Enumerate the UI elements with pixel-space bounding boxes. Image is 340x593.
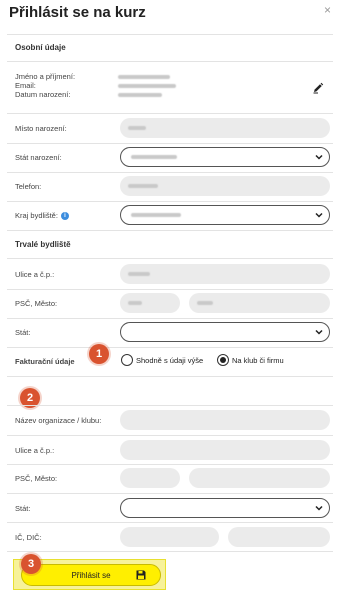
personal-info-labels: Jméno a příjmení: Email: Datum narození: [15, 72, 75, 99]
country-label: Stát: [15, 328, 31, 337]
zip-value-blurred [128, 301, 142, 305]
region-select[interactable] [120, 205, 330, 225]
billing-label: Fakturační údaje [15, 357, 75, 366]
org-zip-city-label: PSČ, Město: [15, 474, 58, 483]
billing-option-same-label: Shodně s údaji výše [136, 355, 204, 365]
divider [7, 113, 333, 114]
org-street-input[interactable] [120, 440, 330, 460]
step-badge-1: 1 [89, 344, 109, 364]
ico-dic-label: IČ, DIČ: [15, 533, 42, 542]
email-label: Email: [15, 81, 36, 90]
divider [7, 493, 333, 494]
divider [7, 61, 333, 62]
personal-info-values [118, 72, 176, 99]
pencil-icon[interactable] [312, 82, 324, 94]
divider [7, 376, 333, 377]
radio-checked[interactable] [217, 354, 229, 366]
org-street-label: Ulice a č.p.: [15, 446, 55, 455]
divider [7, 201, 333, 202]
zip-city-label: PSČ, Město: [15, 299, 58, 308]
city-input[interactable] [189, 293, 330, 313]
dialog-title: Přihlásit se na kurz [9, 4, 146, 21]
close-icon[interactable]: × [324, 3, 331, 17]
info-icon[interactable]: i [60, 212, 69, 221]
divider [7, 172, 333, 173]
birth-country-value-blurred [131, 155, 177, 159]
divider [7, 551, 333, 552]
submit-button[interactable]: Přihlásit se [21, 564, 161, 586]
org-country-select[interactable] [120, 498, 330, 518]
divider [7, 230, 333, 231]
phone-input[interactable] [120, 176, 330, 196]
divider [7, 318, 333, 319]
phone-label: Telefon: [15, 182, 42, 191]
divider [7, 258, 333, 259]
section-permanent-address: Trvalé bydliště [15, 240, 71, 249]
save-icon [136, 570, 146, 580]
radio-unchecked[interactable] [121, 354, 133, 366]
country-select[interactable] [120, 322, 330, 342]
divider [7, 143, 333, 144]
org-country-label: Stát: [15, 504, 31, 513]
region-label: Kraj bydliště: i [15, 211, 69, 221]
street-value-blurred [128, 272, 150, 276]
org-name-input[interactable] [120, 410, 330, 430]
phone-value-blurred [128, 184, 158, 188]
region-label-text: Kraj bydliště: [15, 211, 58, 220]
birth-country-select[interactable] [120, 147, 330, 167]
birth-country-label: Stát narození: [15, 153, 62, 162]
divider [7, 347, 333, 348]
billing-option-same[interactable]: Shodně s údaji výše [121, 354, 203, 366]
birthplace-input[interactable] [120, 118, 330, 138]
ico-input[interactable] [120, 527, 219, 547]
step-badge-3: 3 [21, 554, 41, 574]
street-input[interactable] [120, 264, 330, 284]
org-city-input[interactable] [189, 468, 330, 488]
billing-option-club[interactable]: Na klub či firmu [217, 354, 284, 366]
divider [7, 289, 333, 290]
dob-value-blurred [118, 92, 162, 97]
billing-option-club-label: Na klub či firmu [232, 355, 284, 365]
dic-input[interactable] [228, 527, 330, 547]
email-value-blurred [118, 83, 176, 88]
chevron-down-icon [315, 212, 323, 218]
name-label: Jméno a příjmení: [15, 72, 76, 81]
org-zip-input[interactable] [120, 468, 180, 488]
region-value-blurred [131, 213, 181, 217]
org-name-label: Název organizace / klubu: [15, 416, 102, 425]
section-personal: Osobní údaje [15, 43, 66, 52]
name-value-blurred [118, 74, 170, 79]
divider [7, 464, 333, 465]
chevron-down-icon [315, 154, 323, 160]
street-label: Ulice a č.p.: [15, 270, 55, 279]
divider [7, 522, 333, 523]
divider [7, 34, 333, 35]
chevron-down-icon [315, 329, 323, 335]
zip-input[interactable] [120, 293, 180, 313]
chevron-down-icon [315, 505, 323, 511]
city-value-blurred [197, 301, 213, 305]
divider [7, 405, 333, 406]
divider [7, 435, 333, 436]
birthplace-label: Místo narození: [15, 124, 67, 133]
dob-label: Datum narození: [15, 90, 71, 99]
submit-label: Přihlásit se [71, 570, 111, 580]
birthplace-value-blurred [128, 126, 146, 130]
